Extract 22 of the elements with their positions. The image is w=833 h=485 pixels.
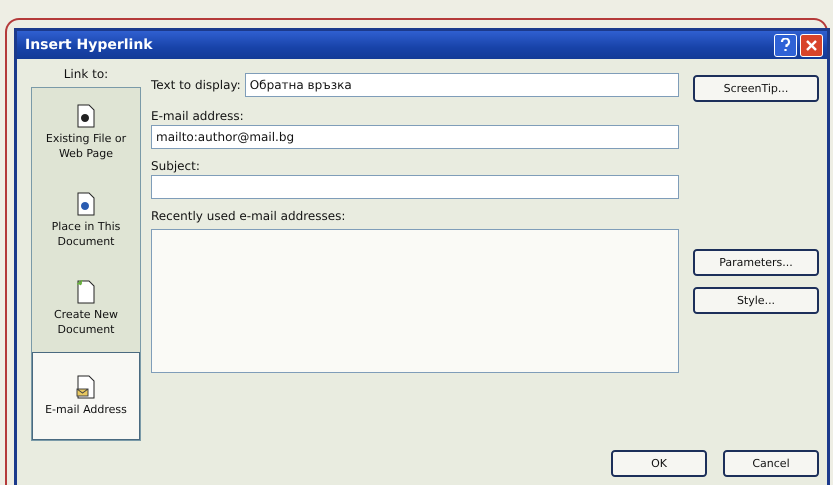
recent-addresses-label: Recently used e-mail addresses: — [151, 209, 346, 223]
link-type-item[interactable]: Existing File or Web Page — [32, 88, 140, 176]
text-to-display-label: Text to display: — [151, 78, 241, 92]
new-document-icon — [76, 280, 96, 304]
dialog-button[interactable]: ScreenTip... — [693, 75, 819, 102]
document-envelope-icon — [76, 375, 96, 399]
link-to-label: Link to: — [64, 67, 108, 81]
help-icon[interactable] — [774, 34, 797, 56]
dialog-button[interactable]: Parameters... — [693, 249, 819, 276]
close-icon[interactable] — [800, 34, 823, 56]
window-title: Insert Hyperlink — [25, 37, 154, 53]
email-address-label: E-mail address: — [151, 109, 245, 123]
text-to-display-field[interactable]: Обратна връзка — [244, 73, 679, 97]
link-type-item[interactable]: Create New Document — [32, 264, 140, 352]
dialog-button[interactable]: Style... — [693, 287, 819, 314]
subject-label: Subject: — [151, 159, 201, 173]
link-type-item[interactable]: E-mail Address — [32, 352, 140, 440]
dialog-button[interactable]: OK — [611, 450, 707, 477]
subject-field[interactable] — [151, 175, 679, 199]
email-address-field[interactable]: mailto:author@mail.bg — [151, 125, 679, 149]
dialog-button[interactable]: Cancel — [723, 450, 819, 477]
link-type-item[interactable]: Place in This Document — [32, 176, 140, 264]
